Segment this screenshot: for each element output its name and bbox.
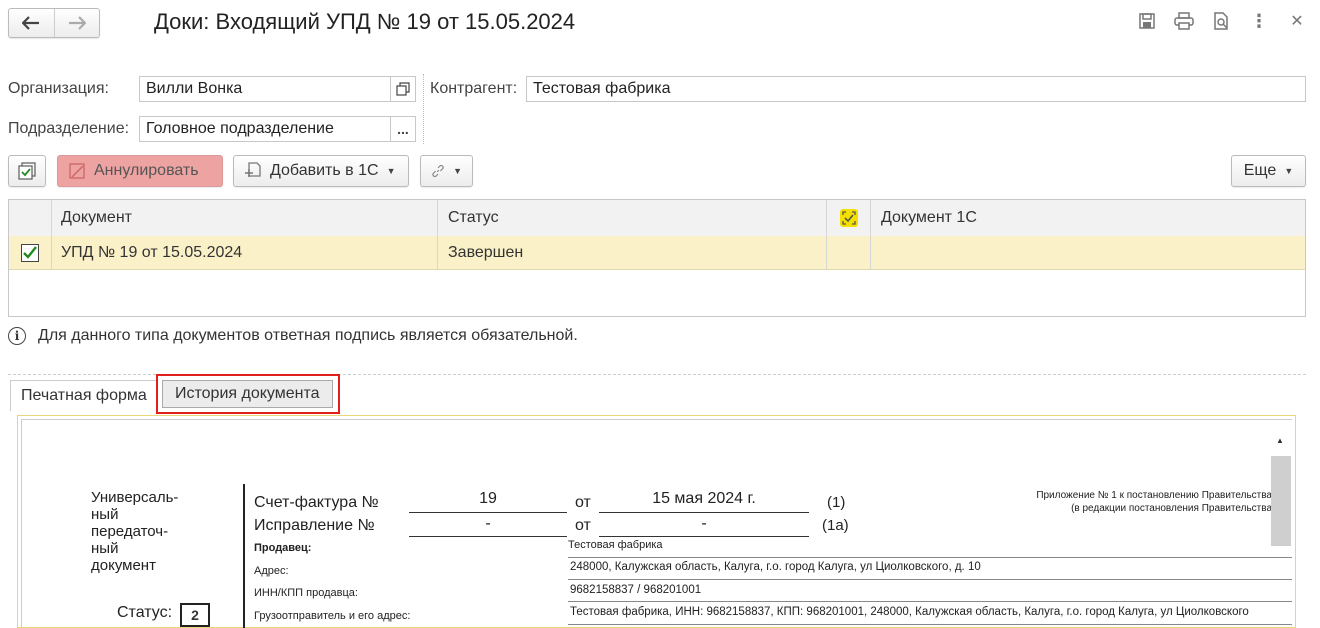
contractor-field[interactable]: Тестовая фабрика	[526, 76, 1306, 102]
open-window-icon	[396, 82, 410, 96]
row-checkbox[interactable]	[9, 236, 51, 269]
link-icon	[432, 164, 444, 178]
contractor-label: Контрагент:	[430, 80, 518, 97]
column-header-status[interactable]: Статус	[438, 200, 826, 236]
documents-table: Документ Статус Документ 1С УПД № 19 от …	[8, 199, 1306, 317]
column-header-matched[interactable]	[827, 200, 870, 236]
more-button[interactable]: Еще ▼	[1231, 155, 1306, 187]
cell-status: Завершен	[448, 243, 524, 261]
doc-type-line: документ	[91, 557, 156, 574]
doc-type-line: передаточ-	[91, 523, 169, 540]
division-label: Подразделение:	[8, 120, 130, 137]
doc-type-line: ный	[91, 506, 119, 523]
annul-button[interactable]: Аннулировать	[57, 155, 223, 187]
doc-type: Универсаль- ный передаточ- ный документ	[91, 489, 178, 574]
close-icon: ✕	[1290, 13, 1304, 30]
column-separator	[51, 200, 52, 269]
print-form-document: Универсаль- ный передаточ- ный документ …	[21, 419, 1292, 628]
dropdown-caret-icon: ▼	[453, 166, 462, 176]
correction-code: (1а)	[822, 517, 849, 534]
cell-document-1c	[871, 236, 1301, 269]
add-to-1c-button[interactable]: Добавить в 1С ▼	[233, 155, 409, 187]
invoice-number: 19	[409, 490, 567, 513]
column-header-document[interactable]: Документ	[51, 200, 437, 236]
annul-icon	[69, 163, 85, 179]
open-organization-button[interactable]	[390, 76, 416, 102]
page-title: Доки: Входящий УПД № 19 от 15.05.2024	[154, 9, 576, 34]
invoice-date: 15 мая 2024 г.	[599, 490, 809, 513]
annex-note: Приложение № 1 к постановлению Правитель…	[942, 489, 1272, 515]
organization-label: Организация:	[8, 80, 109, 97]
dropdown-caret-icon: ▼	[386, 166, 396, 176]
seller-label: Продавец:	[254, 542, 312, 554]
add-document-icon	[245, 162, 261, 177]
tab-print-form[interactable]: Печатная форма	[10, 380, 158, 411]
seller-value: Тестовая фабрика	[568, 539, 1292, 558]
division-select-button[interactable]: ...	[390, 116, 416, 142]
correction-from-label: от	[575, 517, 591, 534]
inn-value: 9682158837 / 968201001	[568, 584, 1292, 602]
doc-type-line: ный	[91, 540, 119, 557]
info-message: i Для данного типа документов ответная п…	[8, 327, 578, 345]
status-label: Статус:	[117, 604, 173, 621]
column-separator	[437, 200, 438, 269]
save-button[interactable]	[1136, 10, 1158, 32]
shipper-value: Тестовая фабрика, ИНН: 9682158837, КПП: …	[568, 606, 1292, 625]
select-all-button[interactable]	[8, 155, 46, 187]
check-list-icon	[18, 162, 36, 180]
annex-note-line: (в редакции постановления Правительства	[1071, 503, 1272, 514]
correction-number: -	[409, 515, 567, 537]
address-value: 248000, Калужская область, Калуга, г.о. …	[568, 561, 1292, 580]
annul-label: Аннулировать	[94, 162, 199, 179]
correction-date: -	[599, 515, 809, 537]
division-field[interactable]: Головное подразделение	[139, 116, 391, 142]
print-preview-icon	[1214, 12, 1228, 30]
address-label: Адрес:	[254, 565, 289, 577]
save-icon	[1139, 13, 1155, 29]
arrow-left-icon	[22, 16, 40, 30]
column-separator	[870, 200, 871, 269]
info-icon: i	[8, 327, 26, 345]
highlight-frame	[156, 374, 340, 414]
more-label: Еще	[1243, 162, 1277, 179]
inn-label: ИНН/КПП продавца:	[254, 587, 358, 599]
table-header: Документ Статус Документ 1С	[9, 200, 1305, 237]
organization-field[interactable]: Вилли Вонка	[139, 76, 391, 102]
info-text: Для данного типа документов ответная под…	[38, 327, 578, 344]
preview-button[interactable]	[1210, 10, 1232, 32]
more-menu-button[interactable]: ⋮	[1248, 10, 1270, 32]
column-separator	[826, 200, 827, 269]
invoice-from-label: от	[575, 494, 591, 511]
link-button[interactable]: ▼	[420, 155, 473, 187]
status-value-box: 2	[180, 603, 210, 627]
checkbox-checked-icon	[21, 243, 39, 262]
column-divider	[423, 74, 424, 144]
correction-label: Исправление №	[254, 517, 375, 534]
invoice-code: (1)	[827, 494, 846, 511]
invoice-label: Счет-фактура №	[254, 494, 379, 511]
back-button[interactable]	[9, 9, 54, 37]
column-header-document-1c[interactable]: Документ 1С	[871, 200, 1301, 236]
close-button[interactable]: ✕	[1286, 10, 1308, 32]
doc-type-line: Универсаль-	[91, 489, 179, 506]
add-to-1c-label: Добавить в 1С	[270, 162, 379, 179]
match-status-icon	[839, 209, 858, 227]
vertical-scrollbar-thumb[interactable]	[1271, 456, 1291, 546]
forward-button[interactable]	[53, 9, 100, 37]
doc-divider	[243, 484, 245, 628]
annex-note-line: Приложение № 1 к постановлению Правитель…	[1036, 490, 1272, 501]
nav-buttons	[8, 8, 100, 38]
kebab-icon: ⋮	[1250, 10, 1268, 31]
scroll-up-arrow-icon[interactable]: ▲	[1276, 436, 1284, 445]
print-button[interactable]	[1173, 10, 1195, 32]
arrow-right-icon	[68, 16, 86, 30]
dropdown-caret-icon: ▼	[1284, 166, 1294, 176]
printer-icon	[1174, 12, 1194, 30]
table-row[interactable]: УПД № 19 от 15.05.2024 Завершен	[9, 236, 1305, 270]
cell-document: УПД № 19 от 15.05.2024	[61, 243, 243, 261]
shipper-label: Грузоотправитель и его адрес:	[254, 610, 411, 622]
